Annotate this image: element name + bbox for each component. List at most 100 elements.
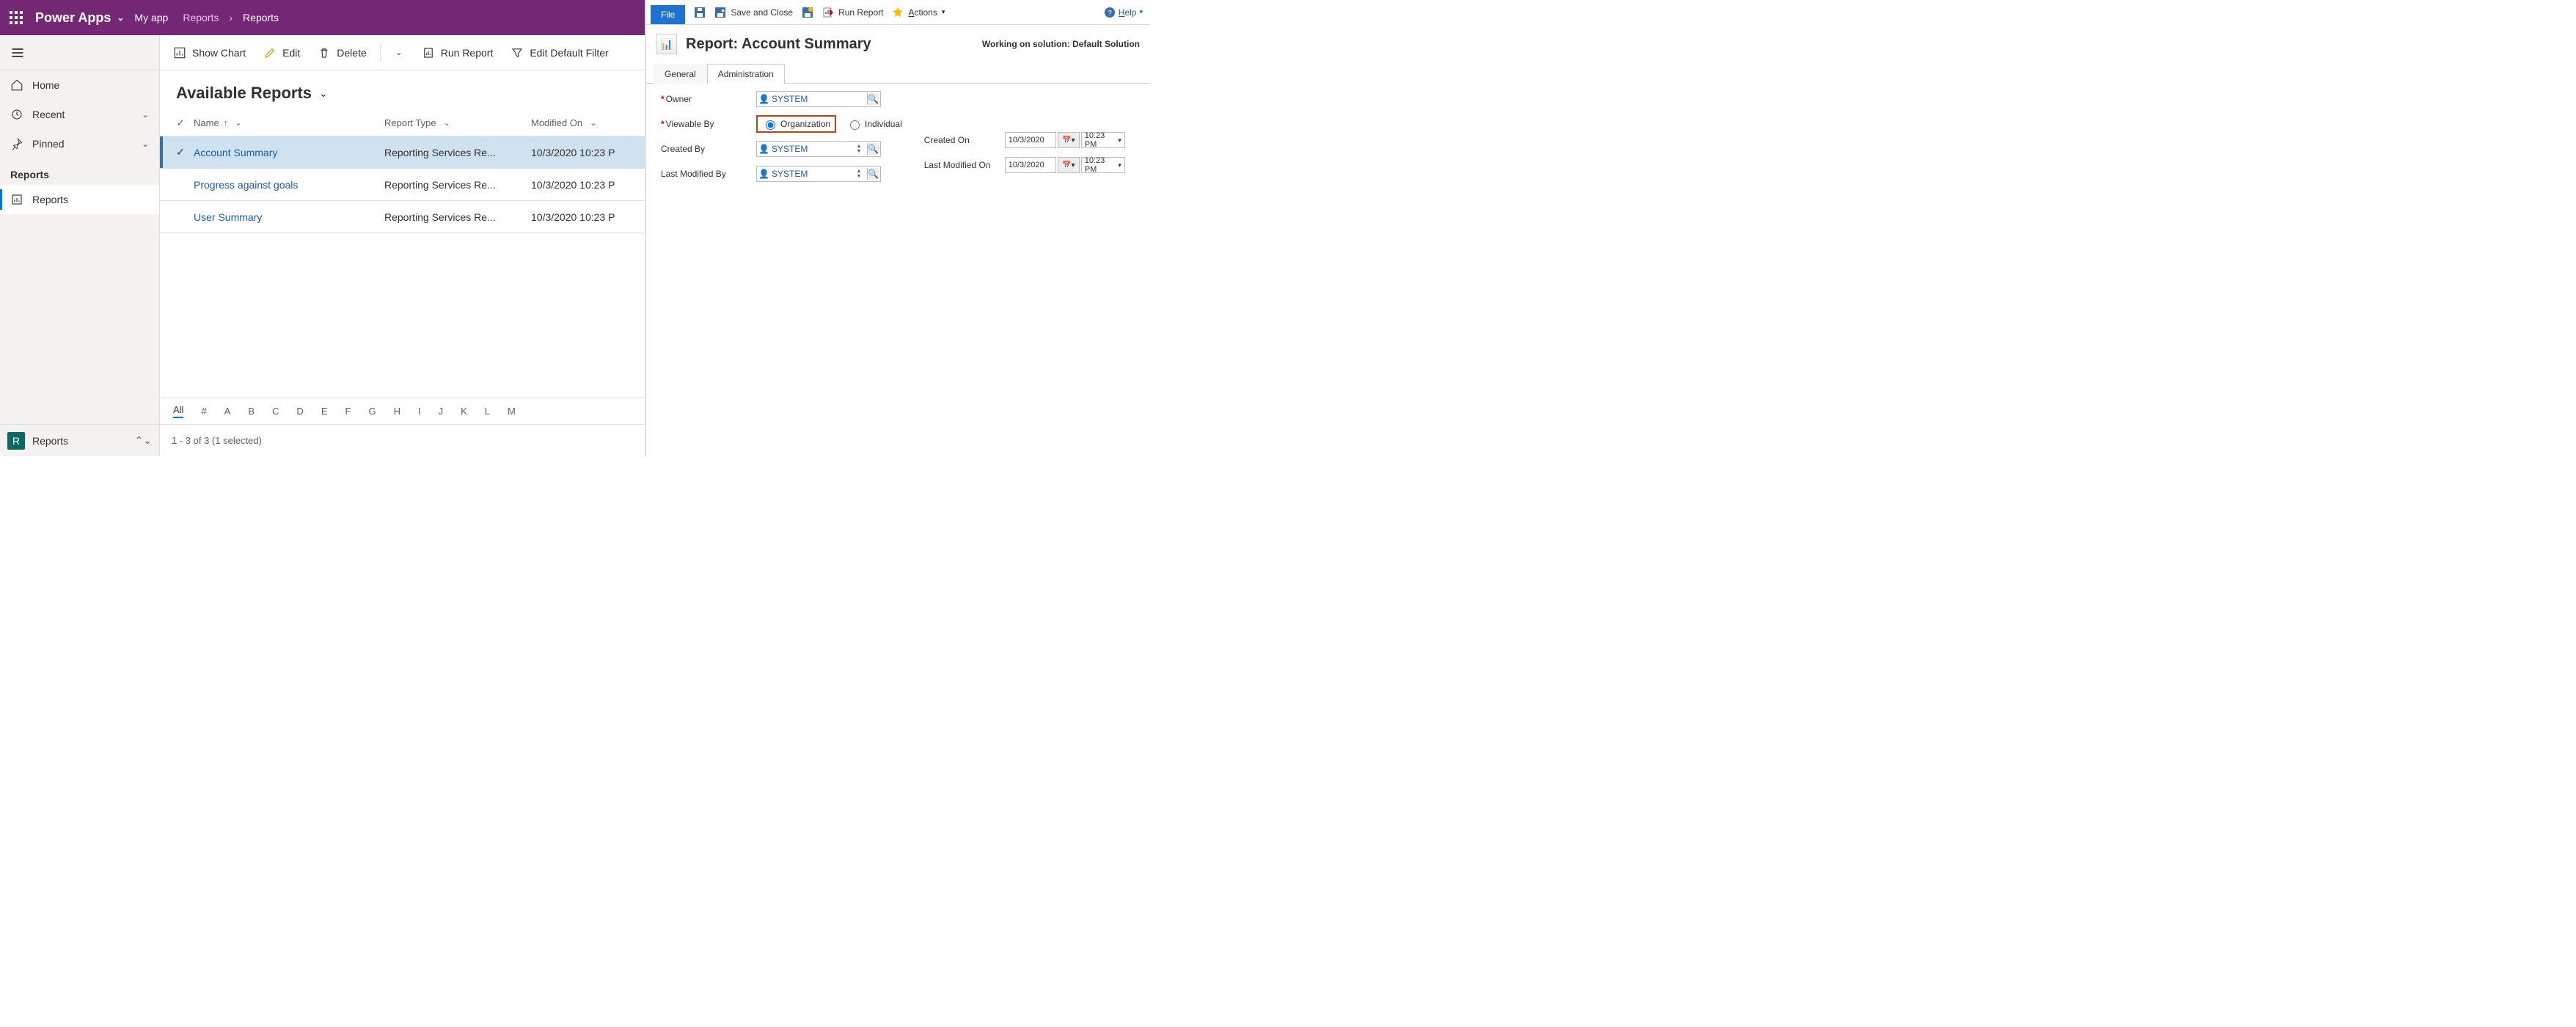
lookup-search-icon[interactable]: 🔍 (867, 143, 879, 155)
chevron-down-icon[interactable]: ⌄ (235, 118, 241, 128)
col-label: Report Type (384, 117, 436, 128)
sidebar-footer[interactable]: R Reports ⌃⌄ (0, 424, 159, 456)
myapp-link[interactable]: My app (134, 12, 168, 23)
breadcrumb-2[interactable]: Reports (243, 12, 279, 23)
edit-button[interactable]: Edit (256, 42, 307, 64)
app-name-text: Power Apps (35, 10, 111, 26)
tab-general[interactable]: General (654, 64, 707, 84)
table-row[interactable]: User Summary Reporting Services Re... 10… (160, 201, 645, 233)
radio-organization[interactable]: Organization (756, 115, 836, 133)
row-name-link[interactable]: Progress against goals (194, 179, 298, 191)
sidebar-item-home[interactable]: Home (0, 70, 159, 100)
select-all-checkbox[interactable]: ✓ (167, 117, 194, 129)
col-header-name[interactable]: Name ↑ ⌄ (194, 117, 384, 128)
radio-individual-input[interactable] (850, 120, 860, 130)
save-and-close-button[interactable]: Save and Close (714, 7, 793, 18)
alpha-filter[interactable]: D (296, 406, 303, 417)
sidebar-item-recent[interactable]: Recent ⌄ (0, 100, 159, 129)
command-bar: Show Chart Edit Delete ⌄ Run Report (160, 35, 645, 70)
table-row[interactable]: Progress against goals Reporting Service… (160, 169, 645, 201)
row-checkbox[interactable]: ✓ (167, 146, 194, 158)
tabs-row: General Administration (646, 63, 1150, 84)
created-on-date[interactable]: 10/3/2020 (1005, 132, 1056, 148)
alpha-filter[interactable]: M (508, 406, 516, 417)
save-as-button[interactable] (802, 7, 813, 18)
alpha-filter[interactable]: G (368, 406, 376, 417)
radio-label: Individual (865, 119, 902, 129)
alpha-filter[interactable]: I (418, 406, 421, 417)
row-name-link[interactable]: User Summary (194, 211, 262, 223)
chevron-down-icon[interactable]: ⌄ (590, 118, 596, 128)
delete-button[interactable]: Delete (310, 42, 373, 64)
hamburger-button[interactable] (0, 35, 159, 70)
alpha-filter[interactable]: L (485, 406, 490, 417)
run-report-button[interactable]: Run Report (414, 42, 501, 64)
alpha-filter[interactable]: C (272, 406, 279, 417)
sidebar-item-label: Home (32, 79, 59, 91)
edit-default-filter-button[interactable]: Edit Default Filter (503, 42, 615, 64)
table-row[interactable]: ✓ Account Summary Reporting Services Re.… (160, 136, 645, 169)
file-button[interactable]: File (651, 5, 685, 24)
modified-on-time[interactable]: 10:23 PM▾ (1081, 157, 1125, 173)
show-chart-button[interactable]: Show Chart (166, 42, 253, 64)
save-button[interactable] (694, 7, 706, 18)
breadcrumb-1[interactable]: Reports (183, 12, 219, 23)
grid-header: ✓ Name ↑ ⌄ Report Type ⌄ Modified On ⌄ (160, 110, 645, 136)
lookup-value: SYSTEM (772, 94, 864, 104)
lookup-search-icon[interactable]: 🔍 (867, 93, 879, 105)
alpha-filter-all[interactable]: All (173, 404, 183, 418)
col-label: Modified On (531, 117, 582, 128)
chevron-down-icon: ▾ (1118, 161, 1121, 169)
chevron-down-icon: ▾ (1139, 8, 1143, 16)
alpha-filter[interactable]: # (201, 406, 206, 417)
col-header-modified[interactable]: Modified On ⌄ (531, 117, 637, 128)
help-link[interactable]: ? Help ▾ (1104, 7, 1143, 18)
chevron-down-icon[interactable]: ⌄ (142, 109, 149, 120)
alpha-filter-bar: All # A B C D E F G H I J K L M (160, 398, 645, 424)
sidebar-item-pinned[interactable]: Pinned ⌄ (0, 129, 159, 158)
alpha-filter[interactable]: K (461, 406, 467, 417)
run-report-ribbon-button[interactable]: Run Report (822, 7, 883, 18)
radio-organization-input[interactable] (766, 120, 775, 130)
alpha-filter[interactable]: E (321, 406, 328, 417)
delete-split-button[interactable]: ⌄ (387, 43, 411, 62)
app-launcher-icon[interactable] (7, 9, 25, 26)
spinner-icon[interactable]: ▲▼ (854, 169, 864, 179)
spinner-icon[interactable]: ▲▼ (854, 144, 864, 154)
date-picker-button[interactable]: 📅▾ (1058, 157, 1080, 173)
app-name[interactable]: Power Apps ⌄ (35, 10, 124, 26)
chevron-down-icon: ⌄ (395, 48, 402, 57)
owner-lookup[interactable]: 👤 SYSTEM 🔍 (756, 91, 881, 107)
created-by-lookup[interactable]: 👤 SYSTEM ▲▼ 🔍 (756, 141, 881, 157)
sidebar-section-title: Reports (0, 158, 159, 185)
chevron-updown-icon[interactable]: ⌃⌄ (135, 434, 152, 447)
chevron-down-icon[interactable]: ⌄ (142, 139, 149, 149)
modified-on-date[interactable]: 10/3/2020 (1005, 157, 1056, 173)
created-on-time[interactable]: 10:23 PM▾ (1081, 132, 1125, 148)
date-picker-button[interactable]: 📅▾ (1058, 132, 1080, 148)
report-icon (10, 193, 23, 206)
chevron-down-icon[interactable]: ⌄ (319, 87, 328, 100)
chevron-down-icon: ▾ (942, 8, 945, 16)
alpha-filter[interactable]: J (439, 406, 444, 417)
alpha-filter[interactable]: F (345, 406, 351, 417)
chevron-down-icon[interactable]: ⌄ (444, 118, 450, 128)
alpha-filter[interactable]: B (248, 406, 255, 417)
alpha-filter[interactable]: A (224, 406, 231, 417)
radio-individual[interactable]: Individual (846, 118, 902, 130)
created-on-label: Created On (924, 135, 1005, 145)
row-type: Reporting Services Re... (384, 211, 531, 223)
powerapps-pane: Power Apps ⌄ My app Reports › Reports Ho… (0, 0, 645, 456)
col-header-type[interactable]: Report Type ⌄ (384, 117, 531, 128)
modified-by-lookup[interactable]: 👤 SYSTEM ▲▼ 🔍 (756, 166, 881, 182)
sort-asc-icon: ↑ (224, 119, 228, 128)
tab-administration[interactable]: Administration (707, 64, 785, 84)
chevron-down-icon[interactable]: ⌄ (117, 12, 124, 23)
sidebar-item-reports[interactable]: Reports (0, 185, 159, 214)
row-name-link[interactable]: Account Summary (194, 147, 277, 158)
modified-on-label: Last Modified On (924, 160, 1005, 170)
alpha-filter[interactable]: H (394, 406, 400, 417)
lookup-search-icon[interactable]: 🔍 (867, 168, 879, 180)
actions-menu[interactable]: Actions ▾ (892, 7, 945, 18)
save-icon (694, 7, 706, 18)
